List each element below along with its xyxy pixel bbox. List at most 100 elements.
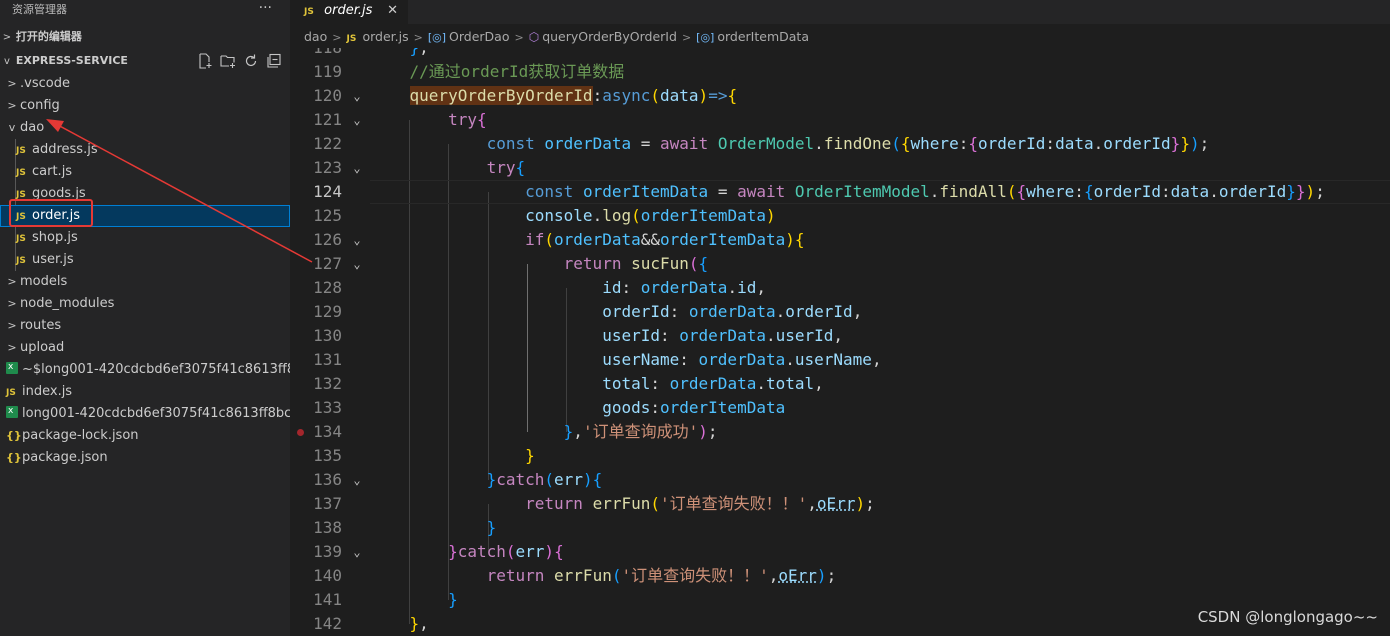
code-line: 139 ⌄ }catch(err){: [290, 540, 1390, 564]
folder-dao[interactable]: v dao: [0, 117, 290, 139]
new-file-icon[interactable]: [197, 53, 213, 69]
chevron-down-icon[interactable]: ⌄: [350, 228, 364, 252]
tree-item-label: .vscode: [20, 76, 70, 91]
chevron-right-icon: >: [7, 99, 17, 112]
code-text: userName: orderData.userName,: [602, 350, 882, 369]
file-order-js[interactable]: JS order.js: [0, 205, 290, 227]
chevron-down-icon[interactable]: ⌄: [350, 156, 364, 180]
chevron-down-icon[interactable]: ⌄: [350, 540, 364, 564]
code-text: },: [409, 614, 429, 633]
chevron-down-icon[interactable]: ⌄: [350, 468, 364, 492]
js-file-icon: JS: [16, 212, 26, 222]
excel-file-icon: [6, 403, 18, 422]
chevron-down-icon[interactable]: ⌄: [350, 84, 364, 108]
code-line: 127 ⌄ return sucFun({: [290, 252, 1390, 276]
excel-file-icon: [6, 359, 18, 378]
tree-item-label: package.json: [22, 450, 108, 465]
code-text: try{: [486, 158, 526, 177]
tree-item-label: address.js: [32, 142, 98, 157]
file-excel[interactable]: long001-420cdcbd6ef3075f41c8613ff8bcf01.…: [0, 403, 290, 425]
code-line: 119 //通过orderId获取订单数据: [290, 60, 1390, 84]
line-number: 135: [313, 446, 342, 465]
file-package-lock-json[interactable]: {}package-lock.json: [0, 425, 290, 447]
file-index-js[interactable]: JS index.js: [0, 381, 290, 403]
file-shop-js[interactable]: JS shop.js: [0, 227, 290, 249]
breadcrumb-item[interactable]: dao: [304, 29, 327, 44]
code-line: 135 }: [290, 444, 1390, 468]
code-text: if(orderData&&orderItemData){: [525, 230, 805, 249]
code-text: return errFun('订单查询失败！！',oErr);: [486, 566, 837, 585]
collapse-all-icon[interactable]: [266, 53, 282, 69]
code-line: 121 ⌄ try{: [290, 108, 1390, 132]
code-line: 136 ⌄ }catch(err){: [290, 468, 1390, 492]
chevron-down-icon[interactable]: ⌄: [350, 108, 364, 132]
js-file-icon: JS: [304, 7, 314, 17]
code-line-active: 124 const orderItemData = await OrderIte…: [290, 180, 1390, 204]
more-actions-icon[interactable]: ···: [259, 0, 272, 18]
line-number: 125: [313, 206, 342, 225]
breadcrumb-item[interactable]: order.js: [362, 29, 408, 44]
code-area[interactable]: 118 }, 119 //通过orderId获取订单数据 120 ⌄ queryO…: [290, 48, 1390, 636]
tab-order-js[interactable]: JS order.js ✕: [290, 0, 408, 24]
chevron-right-icon: >: [7, 319, 17, 332]
js-file-icon: JS: [16, 234, 26, 244]
file-package-json[interactable]: {}package.json: [0, 447, 290, 469]
file-cart-js[interactable]: JS cart.js: [0, 161, 290, 183]
tree-item-label: user.js: [32, 252, 74, 267]
line-number: 131: [313, 350, 342, 369]
breadcrumb-item[interactable]: OrderDao: [449, 29, 509, 44]
breadcrumb-item[interactable]: orderItemData: [717, 29, 809, 44]
code-text: }catch(err){: [486, 470, 603, 489]
tree-item-label: shop.js: [32, 230, 78, 245]
line-number: 123: [313, 158, 342, 177]
chevron-right-icon: >: [2, 32, 12, 43]
code-line: 140 return errFun('订单查询失败！！',oErr);: [290, 564, 1390, 588]
line-number: 127: [313, 254, 342, 273]
chevron-right-icon: >: [7, 341, 17, 354]
code-line: 132 total: orderData.total,: [290, 372, 1390, 396]
folder-vscode[interactable]: > .vscode: [0, 73, 290, 95]
open-editors-section[interactable]: > 打开的编辑器: [0, 25, 290, 49]
tree-item-label: models: [20, 274, 68, 289]
tree-item-label: cart.js: [32, 164, 73, 179]
chevron-down-icon: v: [8, 121, 16, 134]
js-file-icon: JS: [16, 168, 26, 178]
line-number: 124: [313, 182, 342, 201]
refresh-icon[interactable]: [243, 53, 259, 69]
code-text: id: orderData.id,: [602, 278, 766, 297]
folder-node-modules[interactable]: > node_modules: [0, 293, 290, 315]
line-number: 122: [313, 134, 342, 153]
folder-models[interactable]: > models: [0, 271, 290, 293]
breadcrumb-item[interactable]: queryOrderByOrderId: [542, 29, 677, 44]
code-line: 137 return errFun('订单查询失败！！',oErr);: [290, 492, 1390, 516]
file-temp-excel[interactable]: ~$long001-420cdcbd6ef3075f41c8613ff8bc..…: [0, 359, 290, 381]
file-user-js[interactable]: JS user.js: [0, 249, 290, 271]
folder-upload[interactable]: > upload: [0, 337, 290, 359]
file-address-js[interactable]: JS address.js: [0, 139, 290, 161]
chevron-right-icon: >: [681, 31, 692, 44]
new-folder-icon[interactable]: [220, 53, 236, 69]
folder-routes[interactable]: > routes: [0, 315, 290, 337]
js-file-icon: JS: [6, 388, 16, 398]
file-goods-js[interactable]: JS goods.js: [0, 183, 290, 205]
line-number: 138: [313, 518, 342, 537]
code-text: console.log(orderItemData): [525, 206, 776, 225]
line-number: 119: [313, 62, 342, 81]
method-icon: ⬡: [528, 30, 540, 44]
code-text: }: [525, 446, 535, 465]
breadcrumb: dao > JS order.js > [◎] OrderDao > ⬡ queryOrderBy…: [290, 24, 1390, 48]
editor-pane: JS order.js ✕ dao > JS order.js > [◎] OrderDao…: [290, 0, 1390, 636]
line-number: 136: [313, 470, 342, 489]
project-section[interactable]: v EXPRESS-SERVICE: [0, 49, 290, 73]
tree-item-label: goods.js: [32, 186, 86, 201]
folder-config[interactable]: > config: [0, 95, 290, 117]
chevron-down-icon[interactable]: ⌄: [350, 252, 364, 276]
line-number: 120: [313, 86, 342, 105]
watermark: CSDN @longlongago~~: [1197, 608, 1378, 626]
code-text: try{: [448, 110, 487, 129]
code-text: }: [486, 518, 497, 537]
code-line: 120 ⌄ queryOrderByOrderId:async(data)=>{: [290, 84, 1390, 108]
close-icon[interactable]: ✕: [387, 0, 398, 22]
tab-label: order.js: [324, 3, 373, 18]
line-number: 132: [313, 374, 342, 393]
